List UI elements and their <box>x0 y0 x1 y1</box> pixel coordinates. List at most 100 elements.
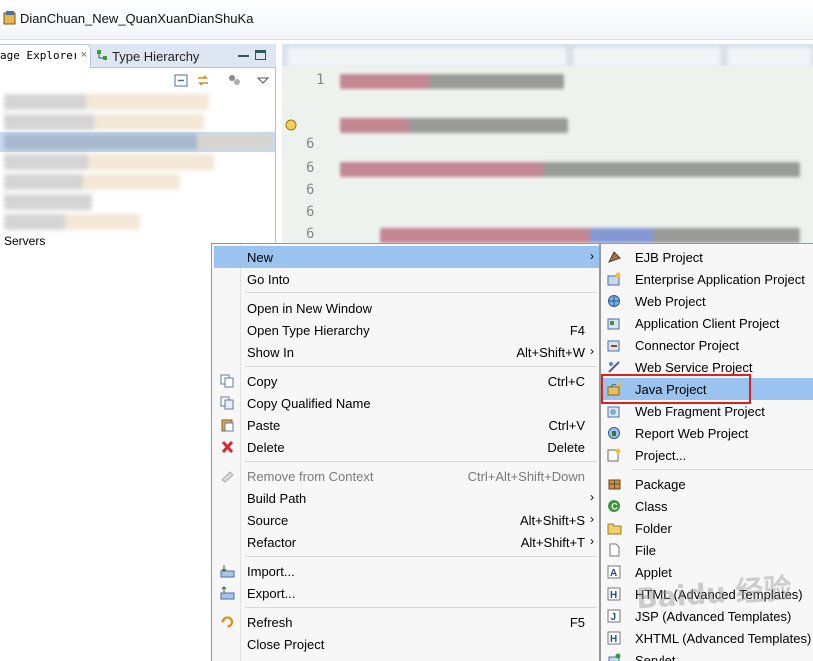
submenu-item-ejb-project[interactable]: EJB Project <box>602 246 813 268</box>
maximize-icon[interactable] <box>255 50 266 60</box>
close-icon[interactable]: × <box>81 49 87 61</box>
menu-item-shortcut: F4 <box>569 323 585 338</box>
warning-icon[interactable] <box>284 118 298 132</box>
line-number: 6 <box>306 182 315 198</box>
menu-separator <box>245 366 597 367</box>
tree-item-blurred[interactable] <box>4 94 209 110</box>
code-line <box>380 228 800 243</box>
svg-text:H: H <box>610 590 617 601</box>
copy-icon <box>220 374 234 388</box>
link-editor-icon[interactable] <box>196 74 210 87</box>
delete-icon <box>221 440 234 454</box>
menu-item-source[interactable]: Source Alt+Shift+S › <box>214 509 599 531</box>
line-number: 1 <box>316 72 325 88</box>
tree-item-blurred[interactable] <box>4 174 180 190</box>
view-toolbar <box>0 68 276 92</box>
minimize-icon[interactable] <box>238 50 249 57</box>
tree-item-blurred[interactable] <box>4 134 272 150</box>
menu-item-go-into[interactable]: Go Into <box>214 268 599 290</box>
tab-type-hierarchy[interactable]: Type Hierarchy <box>93 44 243 68</box>
submenu-item-package[interactable]: Package <box>602 473 813 495</box>
editor-tab[interactable] <box>572 46 722 66</box>
submenu-item-enterprise-application-project[interactable]: Enterprise Application Project <box>602 268 813 290</box>
code-line <box>340 74 564 89</box>
menu-item-refactor[interactable]: Refactor Alt+Shift+T › <box>214 531 599 553</box>
submenu-item-file[interactable]: File <box>602 539 813 561</box>
submenu-item-folder[interactable]: Folder <box>602 517 813 539</box>
menu-item-close-project[interactable]: Close Project <box>214 633 599 655</box>
tab-package-explorer-label: age Explorer <box>0 49 76 62</box>
menu-item-copy[interactable]: Copy Ctrl+C <box>214 370 599 392</box>
menu-item-build-path[interactable]: Build Path › <box>214 487 599 509</box>
menu-item-paste[interactable]: Paste Ctrl+V <box>214 414 599 436</box>
tree-item-blurred[interactable] <box>4 194 92 210</box>
app-client-icon <box>607 318 620 330</box>
code-editor: 1 6 6 6 6 6 <box>282 44 813 254</box>
menu-item-export[interactable]: Export... <box>214 582 599 604</box>
tree-item-servers[interactable]: Servers <box>4 234 45 250</box>
tree-item-blurred[interactable] <box>4 114 204 130</box>
menu-item-refresh[interactable]: Refresh F5 <box>214 611 599 633</box>
menu-item-new[interactable]: New › <box>214 246 599 268</box>
submenu-item-class[interactable]: C Class <box>602 495 813 517</box>
html-icon: H <box>607 587 621 601</box>
tree-item-blurred[interactable] <box>4 214 140 230</box>
view-menu-icon[interactable] <box>256 74 270 87</box>
menu-item-label: Go Into <box>247 272 290 287</box>
menu-item-copy-qualified-name[interactable]: Copy Qualified Name <box>214 392 599 414</box>
package-explorer-view: age Explorer × Type Hierarchy Servers <box>0 44 276 254</box>
ejb-project-icon <box>607 251 621 263</box>
eclipse-app-icon <box>3 11 16 25</box>
menu-item-delete[interactable]: Delete Delete <box>214 436 599 458</box>
tab-package-explorer[interactable]: age Explorer × <box>0 44 91 68</box>
menu-item-open-new-window[interactable]: Open in New Window <box>214 297 599 319</box>
submenu-item-label: Folder <box>635 521 672 536</box>
submenu-item-label: Class <box>635 499 668 514</box>
report-web-icon <box>608 427 620 439</box>
submenu-item-report-web-project[interactable]: Report Web Project <box>602 422 813 444</box>
submenu-item-application-client-project[interactable]: Application Client Project <box>602 312 813 334</box>
editor-tab-bar <box>282 44 813 66</box>
submenu-item-web-project[interactable]: Web Project <box>602 290 813 312</box>
focus-task-icon[interactable] <box>228 74 242 87</box>
menu-separator <box>245 292 597 293</box>
menu-item-shortcut: Alt+Shift+W <box>516 345 585 360</box>
collapse-all-icon[interactable] <box>174 74 188 87</box>
refresh-icon <box>221 616 234 628</box>
tree-item-blurred[interactable] <box>4 154 214 170</box>
submenu-arrow-icon: › <box>590 344 594 358</box>
context-menu: New › Go Into Open in New Window Open Ty… <box>211 243 600 661</box>
menu-item-open-type-hierarchy[interactable]: Open Type Hierarchy F4 <box>214 319 599 341</box>
window-title: DianChuan_New_QuanXuanDianShuKa <box>20 11 254 26</box>
view-tab-bar: age Explorer × Type Hierarchy <box>0 44 276 68</box>
submenu-arrow-icon: › <box>590 249 594 263</box>
submenu-item-project[interactable]: Project... <box>602 444 813 466</box>
package-icon <box>608 479 621 490</box>
submenu-item-servlet[interactable]: Servlet <box>602 649 813 661</box>
submenu-item-xhtml[interactable]: H XHTML (Advanced Templates) <box>602 627 813 649</box>
menu-item-import[interactable]: Import... <box>214 560 599 582</box>
editor-tab[interactable] <box>726 46 813 66</box>
submenu-item-label: Project... <box>635 448 687 463</box>
editor-tab[interactable] <box>286 46 568 66</box>
callout-highlight-box <box>601 374 751 404</box>
folder-icon <box>607 523 622 535</box>
menu-item-label: Source <box>247 513 289 528</box>
line-number: 6 <box>306 204 315 220</box>
menu-item-label: Show In <box>247 345 294 360</box>
editor-body[interactable]: 1 6 6 6 6 6 <box>282 66 813 254</box>
svg-text:C: C <box>611 502 618 512</box>
submenu-item-label: Web Service Project <box>635 360 753 375</box>
submenu-item-label: Application Client Project <box>635 316 780 331</box>
menu-item-remove-from-context[interactable]: Remove from Context Ctrl+Alt+Shift+Down <box>214 465 599 487</box>
menu-item-shortcut: Alt+Shift+S <box>519 513 585 528</box>
class-icon: C <box>608 500 620 512</box>
code-line <box>340 118 568 133</box>
submenu-item-label: Web Fragment Project <box>635 404 765 419</box>
tab-type-hierarchy-label: Type Hierarchy <box>112 49 200 64</box>
connector-project-icon <box>607 340 620 352</box>
menu-item-label: Open in New Window <box>247 301 372 316</box>
menu-item-show-in[interactable]: Show In Alt+Shift+W › <box>214 341 599 363</box>
submenu-item-connector-project[interactable]: Connector Project <box>602 334 813 356</box>
enterprise-app-icon <box>607 272 621 286</box>
